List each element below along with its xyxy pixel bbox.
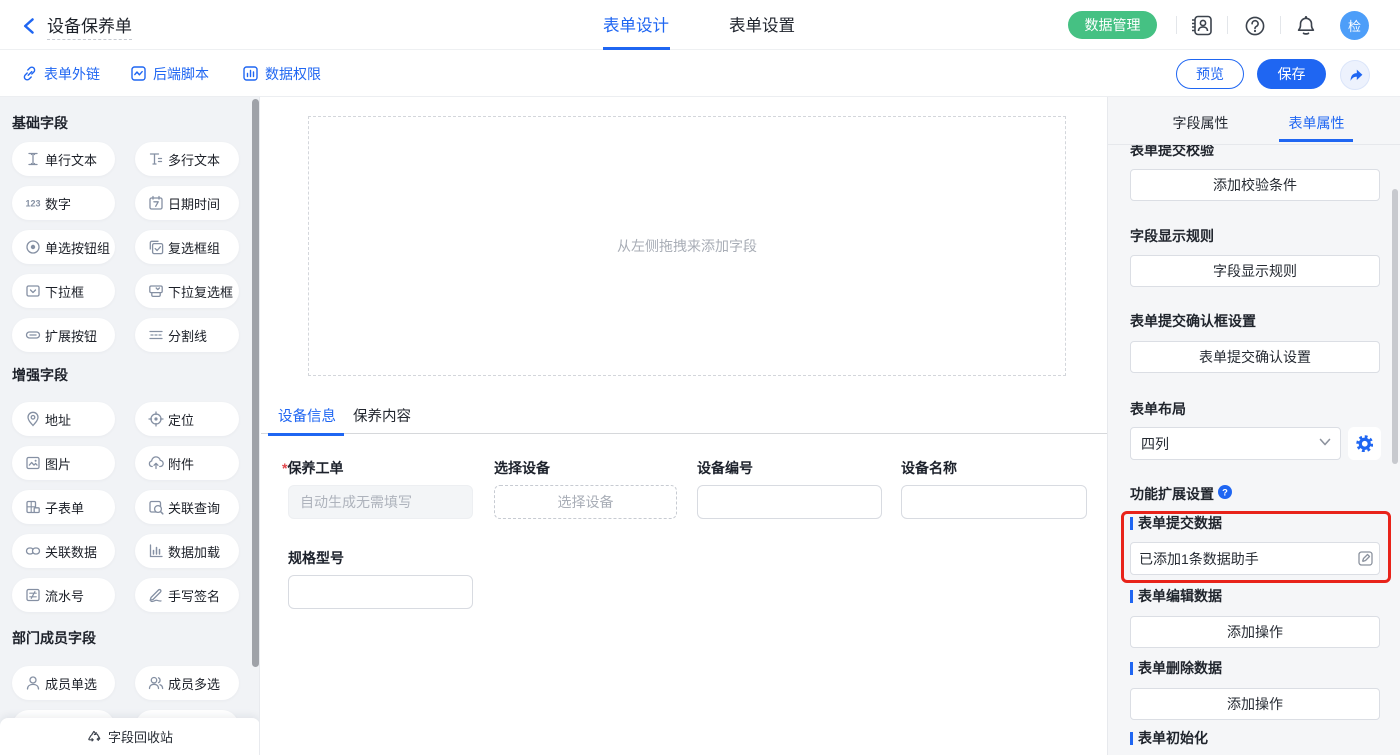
svg-text:?: ?: [1222, 487, 1228, 497]
svg-text:123: 123: [25, 199, 40, 209]
